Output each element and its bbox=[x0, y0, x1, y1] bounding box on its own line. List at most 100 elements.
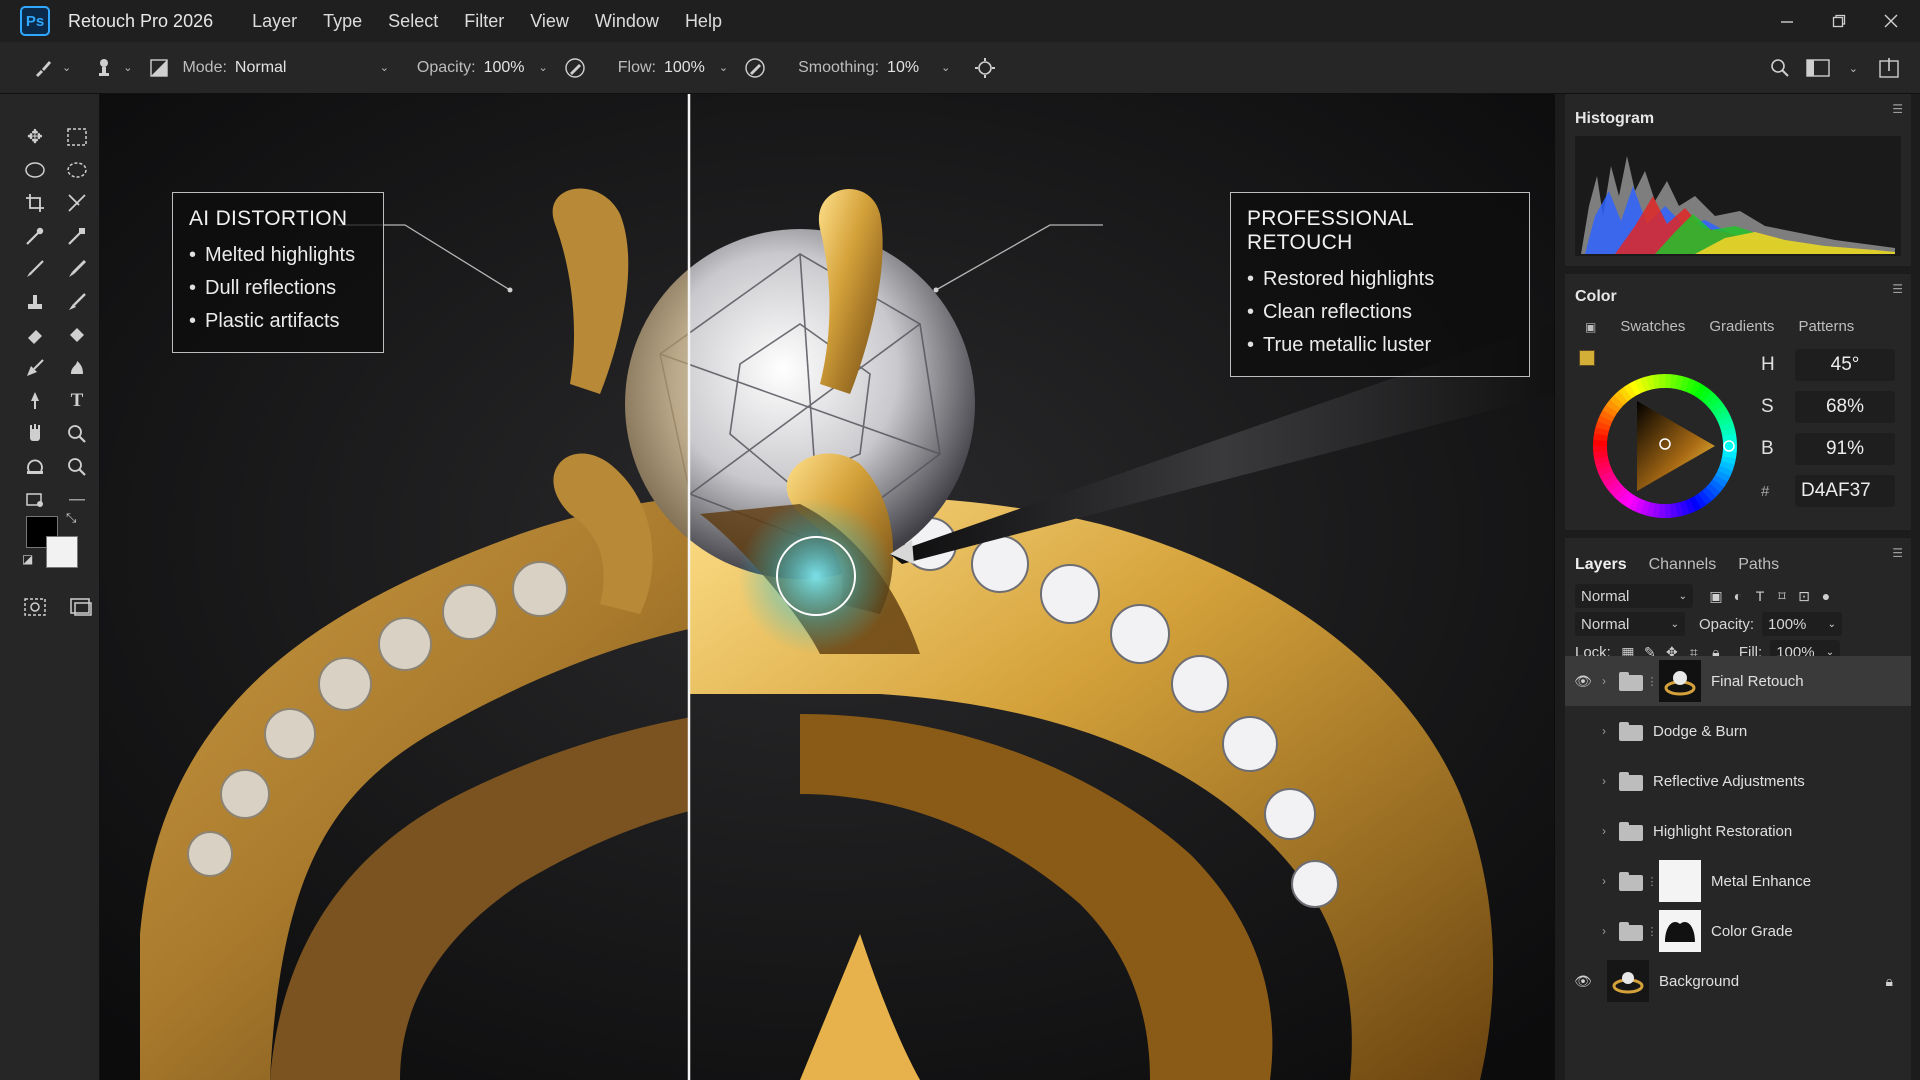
swap-colors-icon[interactable]: ⤡ bbox=[66, 510, 76, 526]
layer-dodge-burn[interactable]: › Dodge & Burn bbox=[1565, 706, 1911, 756]
chevron-down-icon[interactable]: ⌄ bbox=[123, 61, 132, 74]
tab-swatches[interactable]: Swatches bbox=[1620, 318, 1685, 335]
blend-mode-dropdown[interactable]: Normal ⌄ bbox=[1575, 612, 1685, 636]
screen-mode-icon[interactable] bbox=[64, 594, 98, 620]
layer-highlight-restoration[interactable]: › Highlight Restoration bbox=[1565, 806, 1911, 856]
chevron-down-icon[interactable]: ⌄ bbox=[539, 61, 548, 74]
expand-arrow-icon[interactable]: › bbox=[1597, 824, 1611, 838]
menu-select[interactable]: Select bbox=[375, 11, 451, 32]
smoothing-value[interactable]: 10% bbox=[887, 59, 919, 77]
hue-field[interactable]: 45° bbox=[1795, 349, 1895, 381]
opacity-value[interactable]: 100% bbox=[484, 59, 525, 77]
expand-arrow-icon[interactable]: › bbox=[1597, 924, 1611, 938]
workspace-icon[interactable] bbox=[1805, 55, 1831, 81]
panel-menu-icon[interactable]: ☰ bbox=[1892, 282, 1903, 296]
filter-type-icon[interactable]: T bbox=[1749, 588, 1771, 604]
saturation-field[interactable]: 68% bbox=[1795, 391, 1895, 423]
expand-arrow-icon[interactable]: › bbox=[1597, 774, 1611, 788]
marquee-icon[interactable] bbox=[60, 124, 94, 150]
layer-color-grade[interactable]: › ⋮ Color Grade bbox=[1565, 906, 1911, 956]
crop-icon[interactable] bbox=[18, 190, 52, 216]
paint-bucket-icon[interactable] bbox=[60, 322, 94, 348]
rotate-view-icon[interactable] bbox=[18, 454, 52, 480]
zoom-icon[interactable] bbox=[60, 421, 94, 447]
quick-select-icon[interactable] bbox=[60, 157, 94, 183]
restore-icon[interactable] bbox=[1828, 10, 1850, 32]
filter-toggle-icon[interactable]: ● bbox=[1815, 588, 1837, 604]
eye-icon[interactable]: 👁︎ bbox=[1569, 673, 1597, 690]
flow-value[interactable]: 100% bbox=[664, 59, 705, 77]
chevron-down-icon[interactable]: ⌄ bbox=[62, 61, 71, 74]
panel-menu-icon[interactable]: ☰ bbox=[1892, 102, 1903, 116]
filter-smart-object-icon[interactable]: ⊡ bbox=[1793, 588, 1815, 605]
menu-type[interactable]: Type bbox=[310, 11, 375, 32]
document-canvas[interactable]: AI DISTORTION Melted highlights Dull ref… bbox=[100, 94, 1554, 1080]
eraser-icon[interactable] bbox=[18, 322, 52, 348]
expand-arrow-icon[interactable]: › bbox=[1597, 724, 1611, 738]
patch-icon[interactable] bbox=[60, 223, 94, 249]
hex-field[interactable]: D4AF37 bbox=[1795, 475, 1895, 507]
eye-icon[interactable]: 👁︎ bbox=[1569, 973, 1597, 990]
expand-arrow-icon[interactable]: › bbox=[1597, 874, 1611, 888]
filter-shape-icon[interactable]: ⌑ bbox=[1771, 588, 1793, 605]
minimize-icon[interactable] bbox=[1776, 10, 1798, 32]
layer-metal-enhance[interactable]: › ⋮ Metal Enhance bbox=[1565, 856, 1911, 906]
zoom-icon[interactable] bbox=[60, 454, 94, 480]
pressure-opacity-icon[interactable] bbox=[562, 55, 588, 81]
layer-reflective-adjustments[interactable]: › Reflective Adjustments bbox=[1565, 756, 1911, 806]
brush-icon[interactable] bbox=[18, 256, 52, 282]
tab-patterns[interactable]: Patterns bbox=[1798, 318, 1854, 335]
tab-paths[interactable]: Paths bbox=[1738, 556, 1779, 574]
smoothing-settings-icon[interactable] bbox=[972, 55, 998, 81]
layer-opacity-field[interactable]: 100% ⌄ bbox=[1762, 612, 1843, 636]
tab-channels[interactable]: Channels bbox=[1649, 556, 1717, 574]
color-tabs: ▣ Swatches Gradients Patterns bbox=[1585, 318, 1854, 335]
burn-icon[interactable] bbox=[60, 355, 94, 381]
tab-layers[interactable]: Layers bbox=[1575, 556, 1627, 574]
pen-icon[interactable] bbox=[18, 355, 52, 381]
color-wheel[interactable] bbox=[1585, 366, 1745, 531]
layer-filter-dropdown[interactable]: Normal ⌄ bbox=[1575, 584, 1693, 608]
ai-distortion-callout: AI DISTORTION Melted highlights Dull ref… bbox=[172, 192, 384, 353]
search-icon[interactable] bbox=[1767, 55, 1793, 81]
edit-toolbar-icon[interactable] bbox=[18, 487, 52, 513]
default-colors-icon[interactable]: ◪ bbox=[22, 552, 33, 566]
menu-layer[interactable]: Layer bbox=[239, 11, 310, 32]
close-icon[interactable] bbox=[1880, 10, 1902, 32]
menu-help[interactable]: Help bbox=[672, 11, 735, 32]
chevron-down-icon[interactable]: ⌄ bbox=[1849, 62, 1858, 75]
filter-adjustment-icon[interactable]: ◐ bbox=[1727, 588, 1749, 604]
airbrush-icon[interactable] bbox=[742, 55, 768, 81]
mode-dropdown[interactable]: Normal ⌄ bbox=[235, 59, 395, 77]
brush-tip-icon[interactable] bbox=[91, 55, 117, 81]
expand-arrow-icon[interactable]: › bbox=[1597, 674, 1611, 688]
eyedropper-icon[interactable] bbox=[18, 223, 52, 249]
brush-settings-icon[interactable] bbox=[146, 55, 172, 81]
layer-final-retouch[interactable]: 👁︎ › ⋮ Final Retouch bbox=[1565, 656, 1911, 706]
clone-stamp-icon[interactable] bbox=[18, 289, 52, 315]
quick-mask-icon[interactable] bbox=[18, 594, 52, 620]
current-color-chip[interactable] bbox=[1579, 350, 1595, 366]
panel-menu-icon[interactable]: ☰ bbox=[1892, 546, 1903, 560]
brightness-field[interactable]: 91% bbox=[1795, 433, 1895, 465]
type-icon[interactable]: T bbox=[60, 388, 94, 414]
brush-preset-icon[interactable] bbox=[30, 55, 56, 81]
hand-icon[interactable] bbox=[18, 421, 52, 447]
frame-icon[interactable] bbox=[60, 190, 94, 216]
menu-view[interactable]: View bbox=[517, 11, 582, 32]
move-icon[interactable]: ✥ bbox=[18, 124, 52, 150]
chevron-down-icon[interactable]: ⌄ bbox=[941, 61, 950, 74]
color-mode-icon[interactable]: ▣ bbox=[1585, 320, 1596, 334]
healing-icon[interactable] bbox=[60, 256, 94, 282]
lasso-icon[interactable] bbox=[18, 157, 52, 183]
share-icon[interactable] bbox=[1876, 55, 1902, 81]
chevron-down-icon[interactable]: ⌄ bbox=[719, 61, 728, 74]
tab-gradients[interactable]: Gradients bbox=[1709, 318, 1774, 335]
layer-background[interactable]: 👁︎ Background 🔒︎ bbox=[1565, 956, 1911, 1006]
filter-pixel-icon[interactable]: ▣ bbox=[1705, 588, 1727, 605]
background-color-swatch[interactable] bbox=[46, 536, 78, 568]
history-brush-icon[interactable] bbox=[60, 289, 94, 315]
menu-window[interactable]: Window bbox=[582, 11, 672, 32]
menu-filter[interactable]: Filter bbox=[451, 11, 517, 32]
path-select-icon[interactable] bbox=[18, 388, 52, 414]
